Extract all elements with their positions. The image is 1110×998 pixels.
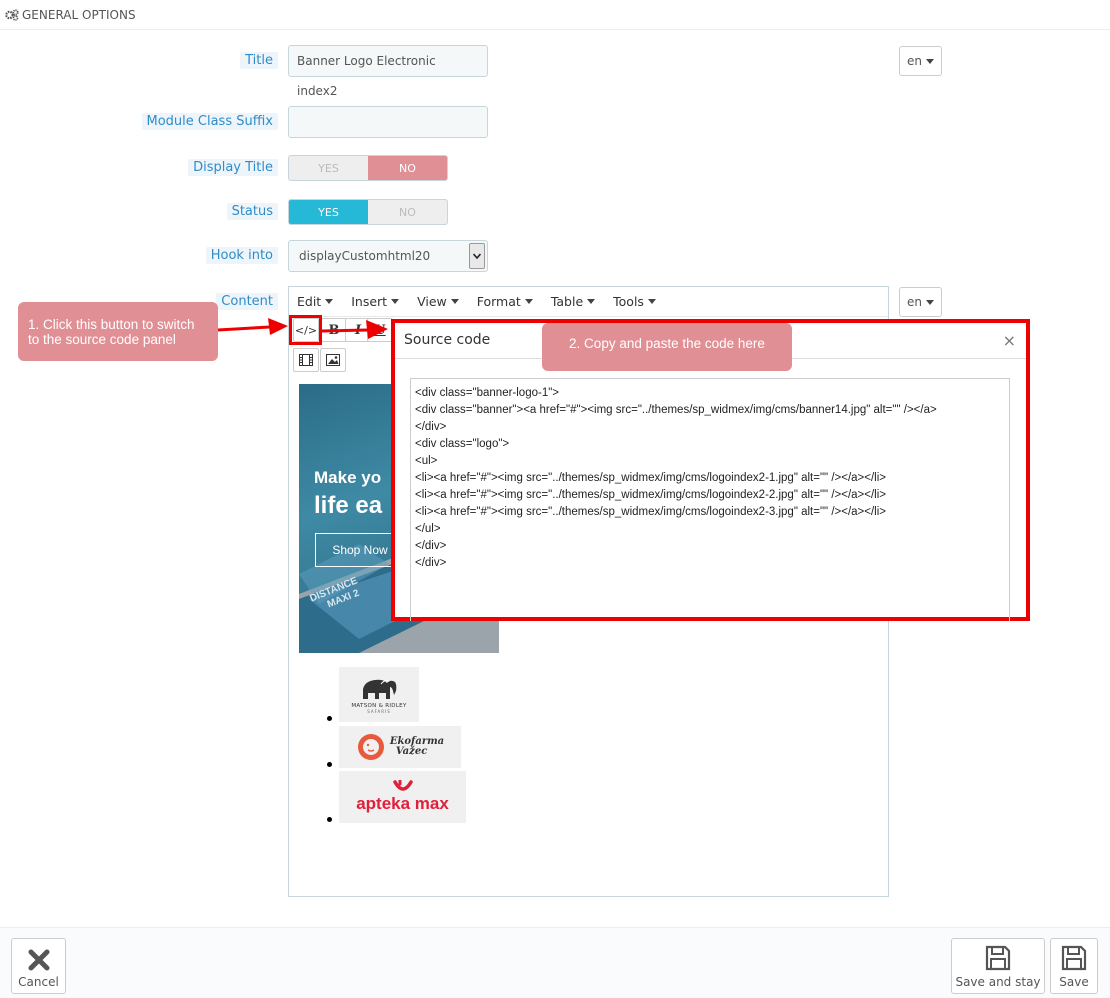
- save-label: Save: [1059, 975, 1089, 989]
- arrow-head-icon: [268, 318, 288, 335]
- cancel-label: Cancel: [18, 975, 59, 989]
- annotation-arrows: [217, 318, 388, 339]
- arrow-to-dialog: [321, 328, 369, 333]
- save-and-stay-label: Save and stay: [955, 975, 1041, 989]
- panel-footer: Cancel Save and stay Save: [0, 927, 1110, 998]
- arrow-head-icon: [366, 320, 388, 339]
- save-icon: [1061, 945, 1087, 971]
- arrow-to-source-button: [217, 325, 271, 332]
- callout-step-2: 2. Copy and paste the code here: [542, 323, 792, 371]
- cancel-button[interactable]: Cancel: [11, 938, 66, 994]
- save-icon: [985, 945, 1011, 971]
- save-button[interactable]: Save: [1050, 938, 1098, 994]
- callout-step-1: 1. Click this button to switch to the so…: [18, 302, 218, 361]
- close-icon: [28, 949, 49, 971]
- save-and-stay-button[interactable]: Save and stay: [951, 938, 1045, 994]
